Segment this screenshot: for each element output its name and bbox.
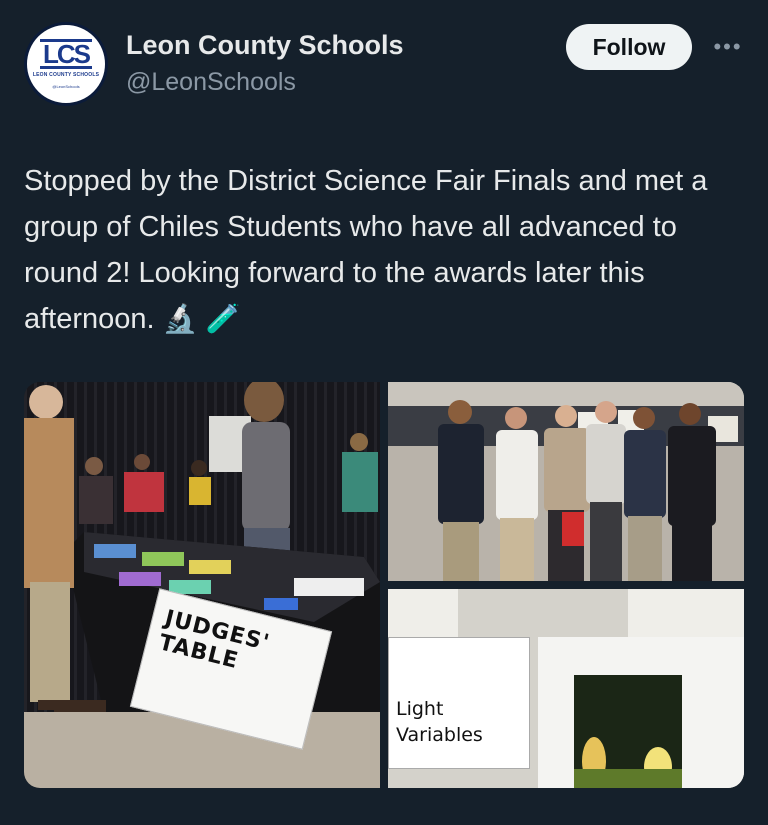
test-tube-icon: 🧪 bbox=[205, 303, 241, 334]
logo-letters: LCS bbox=[40, 39, 92, 69]
microscope-icon: 🔬 bbox=[162, 303, 198, 334]
light-variables-label: Light Variables bbox=[396, 696, 483, 748]
media-grid: JUDGES' TABLE Light Variables bbox=[24, 382, 744, 788]
light-variables-card: Light Variables bbox=[388, 637, 530, 769]
tweet-text: Stopped by the District Science Fair Fin… bbox=[24, 158, 744, 342]
more-options-icon[interactable]: ••• bbox=[708, 32, 748, 62]
photo-judges-table[interactable]: JUDGES' TABLE bbox=[24, 382, 380, 788]
tweet-body: Stopped by the District Science Fair Fin… bbox=[24, 165, 708, 335]
account-handle[interactable]: @LeonSchools bbox=[126, 68, 296, 97]
photo-judges-table-art bbox=[24, 382, 380, 788]
light-variables-line1: Light bbox=[396, 698, 444, 720]
follow-button[interactable]: Follow bbox=[566, 24, 692, 70]
tweet-header: LCS LEON COUNTY SCHOOLS @LeonSchools Leo… bbox=[24, 22, 748, 112]
logo-subtitle: LEON COUNTY SCHOOLS bbox=[32, 72, 100, 78]
photo-light-variables[interactable]: Light Variables bbox=[388, 589, 744, 788]
photo-students-group-art bbox=[388, 382, 744, 581]
account-name[interactable]: Leon County Schools bbox=[126, 30, 404, 61]
avatar[interactable]: LCS LEON COUNTY SCHOOLS @LeonSchools bbox=[24, 22, 108, 106]
photo-students-group[interactable] bbox=[388, 382, 744, 581]
logo-handle: @LeonSchools bbox=[52, 84, 80, 89]
light-variables-line2: Variables bbox=[396, 724, 483, 746]
